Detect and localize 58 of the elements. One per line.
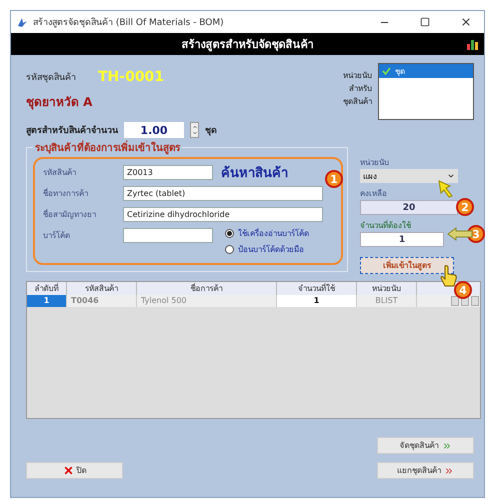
disassemble-button[interactable]: แยกชุดสินค้า [377, 462, 474, 479]
quantity-field[interactable]: 1.00 [124, 122, 184, 138]
radio-button[interactable] [225, 229, 234, 238]
table-cell: Tylenol 500 [137, 295, 277, 307]
radio-label: ใช้เครื่องอ่านบาร์โค้ด [238, 227, 309, 240]
kit-code: TH-0001 [98, 69, 164, 85]
table-cell: BLIST [357, 295, 417, 307]
assemble-button[interactable]: จัดชุดสินค้า [377, 437, 474, 454]
unit-list-label: ชุดสินค้า [343, 96, 372, 108]
unit-list-label: สำหรับ [349, 83, 372, 95]
arrow-icon [438, 180, 454, 198]
close-icon[interactable] [460, 16, 472, 28]
required-label: จำนวนที่ต้องใช้ [360, 219, 411, 232]
group-title: ระบุสินค้าที่ต้องการเพิ่มเข้าในสูตร [33, 140, 182, 155]
field-label: บาร์โค้ด [43, 230, 71, 242]
unit-listbox[interactable]: ชุด [378, 63, 474, 120]
chart-icon[interactable] [466, 37, 480, 51]
field-label: รหัสสินค้า [43, 167, 77, 179]
kit-code-label: รหัสชุดสินค้า [26, 72, 76, 84]
table-row[interactable]: 1 T0046 Tylenol 500 1 BLIST [27, 295, 480, 307]
dropdown-icon [447, 172, 455, 180]
window-title: สร้างสูตรจัดชุดสินค้า (Bill Of Materials - BOM) [33, 16, 225, 29]
table-cell: 1 [277, 295, 357, 307]
unit-dropdown[interactable]: แผง [360, 169, 458, 183]
maximize-icon[interactable] [420, 17, 430, 27]
table-cell: 1 [27, 295, 67, 307]
step-badge: 2 [456, 198, 474, 216]
radio-label: ป้อนบาร์โค้ดด้วยมือ [238, 244, 304, 256]
hand-cursor-icon [440, 265, 458, 287]
stock-field: 20 [360, 200, 458, 215]
add-to-formula-button[interactable]: เพิ่มเข้าในสูตร [360, 257, 454, 274]
step-badge: 1 [325, 170, 343, 188]
unit-list-item[interactable]: ชุด [379, 64, 473, 78]
field-label: ชื่อสามัญทางยา [43, 208, 97, 221]
kit-name: ชุดยาหวัด A [26, 95, 92, 109]
app-icon [17, 16, 28, 28]
input-field[interactable] [123, 228, 213, 243]
close-icon [62, 465, 74, 476]
header-title: สร้างสูตรสำหรับจัดชุดสินค้า [182, 37, 314, 53]
field-label: ชื่อทางการค้า [43, 187, 89, 200]
double-chevron-icon [442, 440, 452, 450]
input-field[interactable]: Cetirizine dihydrochloride [123, 207, 323, 222]
quantity-unit: ชุด [205, 125, 217, 137]
required-field[interactable]: 1 [360, 232, 444, 247]
search-product-label[interactable]: ค้นหาสินค้า [221, 162, 288, 183]
unit-list-label: หน่วยนับ [343, 70, 372, 82]
table-cell: T0046 [67, 295, 137, 307]
close-form-button[interactable]: ปิด [26, 462, 123, 479]
unit-label: หน่วยนับ [360, 157, 389, 169]
double-chevron-icon [444, 466, 454, 476]
quantity-label: สูตรสำหรับสินค้าจำนวน [26, 124, 118, 137]
radio-button[interactable] [225, 245, 234, 254]
stock-label: คงเหลือ [360, 188, 387, 200]
input-field[interactable]: Z0013 [123, 165, 213, 180]
left-arrow-icon [447, 227, 473, 241]
input-field[interactable]: Zyrtec (tablet) [123, 186, 323, 201]
spinner[interactable] [190, 122, 199, 138]
check-icon [382, 67, 391, 75]
